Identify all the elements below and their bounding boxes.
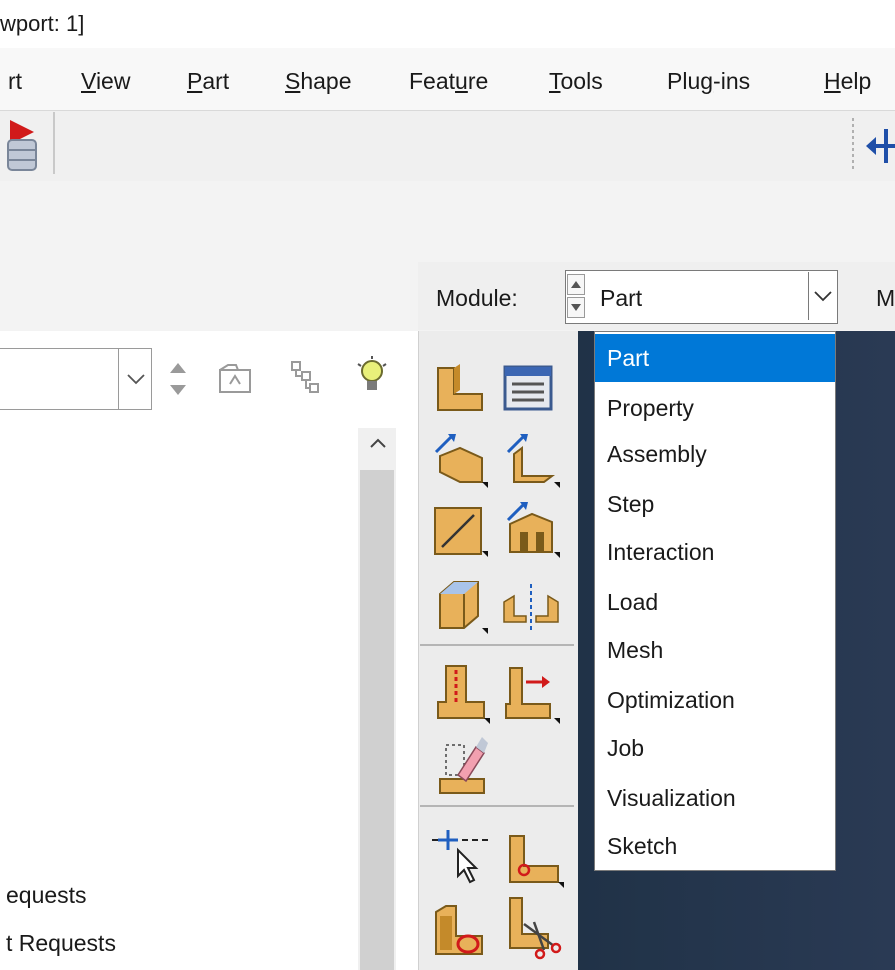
- create-part-icon[interactable]: [432, 364, 488, 419]
- menu-feature[interactable]: Feature: [409, 68, 488, 95]
- menu-help[interactable]: Help: [824, 68, 871, 95]
- part-manager-icon[interactable]: [502, 364, 554, 417]
- menu-tools[interactable]: Tools: [549, 68, 603, 95]
- module-selected-value: Part: [600, 285, 643, 311]
- menu-bar: rt View Part Shape Feature Tools Plug-in…: [0, 48, 895, 111]
- lightbulb-icon[interactable]: [356, 356, 388, 401]
- database-import-icon[interactable]: [0, 116, 40, 181]
- menu-plugins[interactable]: Plug-ins: [667, 68, 750, 95]
- tree-filter-dropdown[interactable]: [118, 348, 152, 410]
- next-module-label: M: [876, 285, 895, 311]
- virtual-topology-icon[interactable]: [504, 832, 564, 893]
- create-cut-solid-icon[interactable]: [432, 898, 490, 963]
- menu-port[interactable]: rt: [8, 68, 22, 95]
- folder-up-icon[interactable]: [218, 362, 252, 399]
- module-dropdown-button[interactable]: [808, 272, 837, 320]
- spin-down-icon[interactable]: [567, 297, 585, 318]
- menu-shape[interactable]: Shape: [285, 68, 352, 95]
- module-option-optimization[interactable]: Optimization: [595, 676, 835, 724]
- toolbar-separator: [53, 112, 55, 174]
- module-spinner[interactable]: [567, 274, 587, 320]
- partition-face-icon[interactable]: [432, 662, 490, 729]
- module-option-load[interactable]: Load: [595, 578, 835, 626]
- toolbox-separator-2: [420, 805, 574, 807]
- module-option-step[interactable]: Step: [595, 480, 835, 528]
- module-option-mesh[interactable]: Mesh: [595, 626, 835, 674]
- tree-structure-icon[interactable]: [290, 360, 320, 399]
- window-title: wport: 1]: [0, 11, 85, 36]
- module-label: Module:: [436, 285, 518, 311]
- chevron-down-icon: [126, 374, 145, 385]
- spin-up-icon[interactable]: [567, 274, 585, 295]
- scissors-cut-icon[interactable]: [504, 894, 564, 965]
- chevron-down-icon: [814, 291, 832, 302]
- module-option-interaction[interactable]: Interaction: [595, 528, 835, 576]
- toolbar-grip: [850, 116, 856, 179]
- extrude-cut-icon[interactable]: [500, 500, 562, 563]
- module-option-visualization[interactable]: Visualization: [595, 774, 835, 822]
- pan-arrows-icon[interactable]: [866, 125, 895, 172]
- up-down-arrows-icon[interactable]: [166, 360, 190, 403]
- create-wire-icon[interactable]: [432, 505, 490, 562]
- module-option-job[interactable]: Job: [595, 724, 835, 772]
- scroll-up-icon[interactable]: [368, 436, 388, 455]
- module-option-sketch[interactable]: Sketch: [595, 822, 835, 870]
- create-datum-icon[interactable]: [432, 576, 490, 641]
- module-option-property[interactable]: Property: [595, 384, 835, 432]
- menu-view[interactable]: View: [81, 68, 130, 95]
- extrude-solid-icon[interactable]: [430, 432, 490, 493]
- module-dropdown-list: Part Property Assembly Step Interaction …: [594, 331, 836, 871]
- partition-edge-icon[interactable]: [500, 664, 562, 729]
- tree-item-requests[interactable]: equests: [6, 882, 87, 909]
- title-bar: wport: 1]: [0, 0, 895, 48]
- module-option-part[interactable]: Part: [595, 334, 835, 382]
- module-option-assembly[interactable]: Assembly: [595, 430, 835, 478]
- scroll-thumb[interactable]: [360, 470, 394, 970]
- toolbox-separator-1: [420, 644, 574, 646]
- extrude-shell-icon[interactable]: [500, 432, 562, 493]
- repair-eraser-icon[interactable]: [436, 733, 488, 800]
- menu-part[interactable]: Part: [187, 68, 229, 95]
- tree-item-output-requests[interactable]: t Requests: [6, 930, 116, 957]
- main-toolbar: [0, 111, 895, 181]
- mirror-icon[interactable]: [500, 584, 562, 635]
- model-tree-panel: [0, 331, 418, 970]
- query-select-icon[interactable]: [430, 828, 490, 889]
